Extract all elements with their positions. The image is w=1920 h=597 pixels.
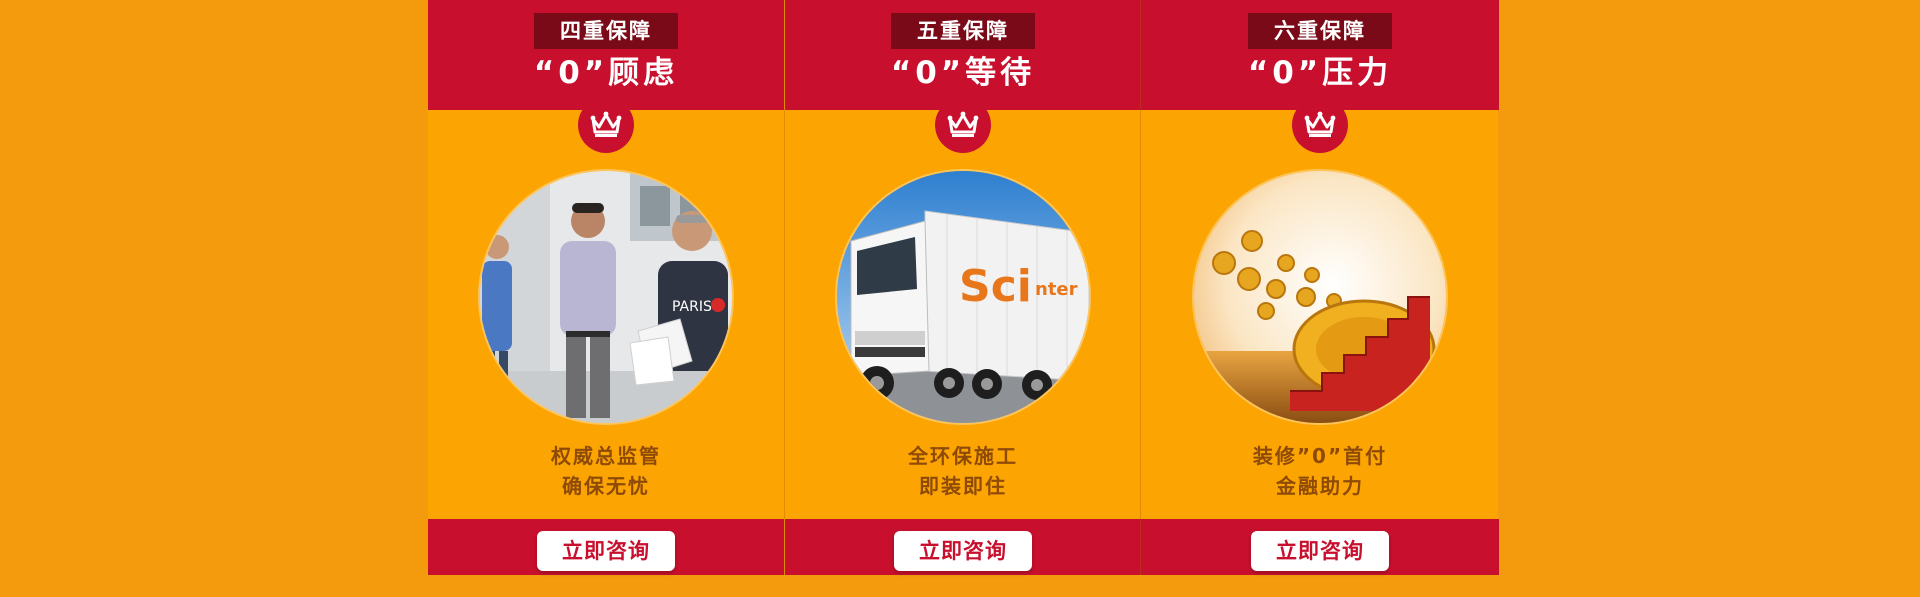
svg-text:PARIS: PARIS [672,299,712,315]
description-line-2: 金融助力 [1276,474,1364,498]
card-header: 六重保障 “0”压力 [1141,0,1499,110]
card-footer: 立即咨询 [785,519,1141,575]
guarantee-headline: “0”顾虑 [533,55,679,91]
description-line-2: 确保无忧 [562,474,650,498]
card-header: 四重保障 “0”顾虑 [428,0,784,110]
description-line-1: 装修”0”首付 [1252,444,1388,468]
card-header: 五重保障 “0”等待 [785,0,1141,110]
guarantee-level-tag: 六重保障 [1248,13,1392,49]
guarantee-card-6: 六重保障 “0”压力 装修”0”首付 金融助力 立即咨询 [1140,0,1499,575]
gold-coins-staircase-photo [1194,171,1446,423]
description-line-1: 权威总监管 [551,444,661,468]
guarantee-card-4: 四重保障 “0”顾虑 PARIS 权威总监管 确保无忧 立即咨询 [428,0,784,575]
guarantee-description: 全环保施工 即装即住 [785,441,1141,501]
guarantee-level-tag: 四重保障 [534,13,678,49]
guarantee-card-5: 五重保障 “0”等待 Sci nter 全环保施工 即装即住 立即咨询 [784,0,1141,575]
promo-banner: 四重保障 “0”顾虑 PARIS 权威总监管 确保无忧 立即咨询 五重保障 “0… [0,0,1920,597]
truck-logo-suffix: nter [1035,279,1078,300]
guarantee-headline: “0”等待 [890,55,1036,91]
guarantee-description: 权威总监管 确保无忧 [428,441,784,501]
delivery-truck-photo: Sci nter [837,171,1089,423]
crown-icon [1292,97,1348,153]
guarantee-description: 装修”0”首付 金融助力 [1141,441,1499,501]
guarantee-headline: “0”压力 [1247,55,1393,91]
supervisors-inspecting-photo: PARIS [480,171,732,423]
consult-now-button[interactable]: 立即咨询 [537,531,675,571]
card-footer: 立即咨询 [1141,519,1499,575]
crown-icon [578,97,634,153]
card-footer: 立即咨询 [428,519,784,575]
description-line-2: 即装即住 [919,474,1007,498]
guarantee-level-tag: 五重保障 [891,13,1035,49]
description-line-1: 全环保施工 [908,444,1018,468]
truck-logo: Sci [959,261,1032,312]
consult-now-button[interactable]: 立即咨询 [894,531,1032,571]
consult-now-button[interactable]: 立即咨询 [1251,531,1389,571]
guarantee-panels: 四重保障 “0”顾虑 PARIS 权威总监管 确保无忧 立即咨询 五重保障 “0… [428,0,1499,575]
crown-icon [935,97,991,153]
